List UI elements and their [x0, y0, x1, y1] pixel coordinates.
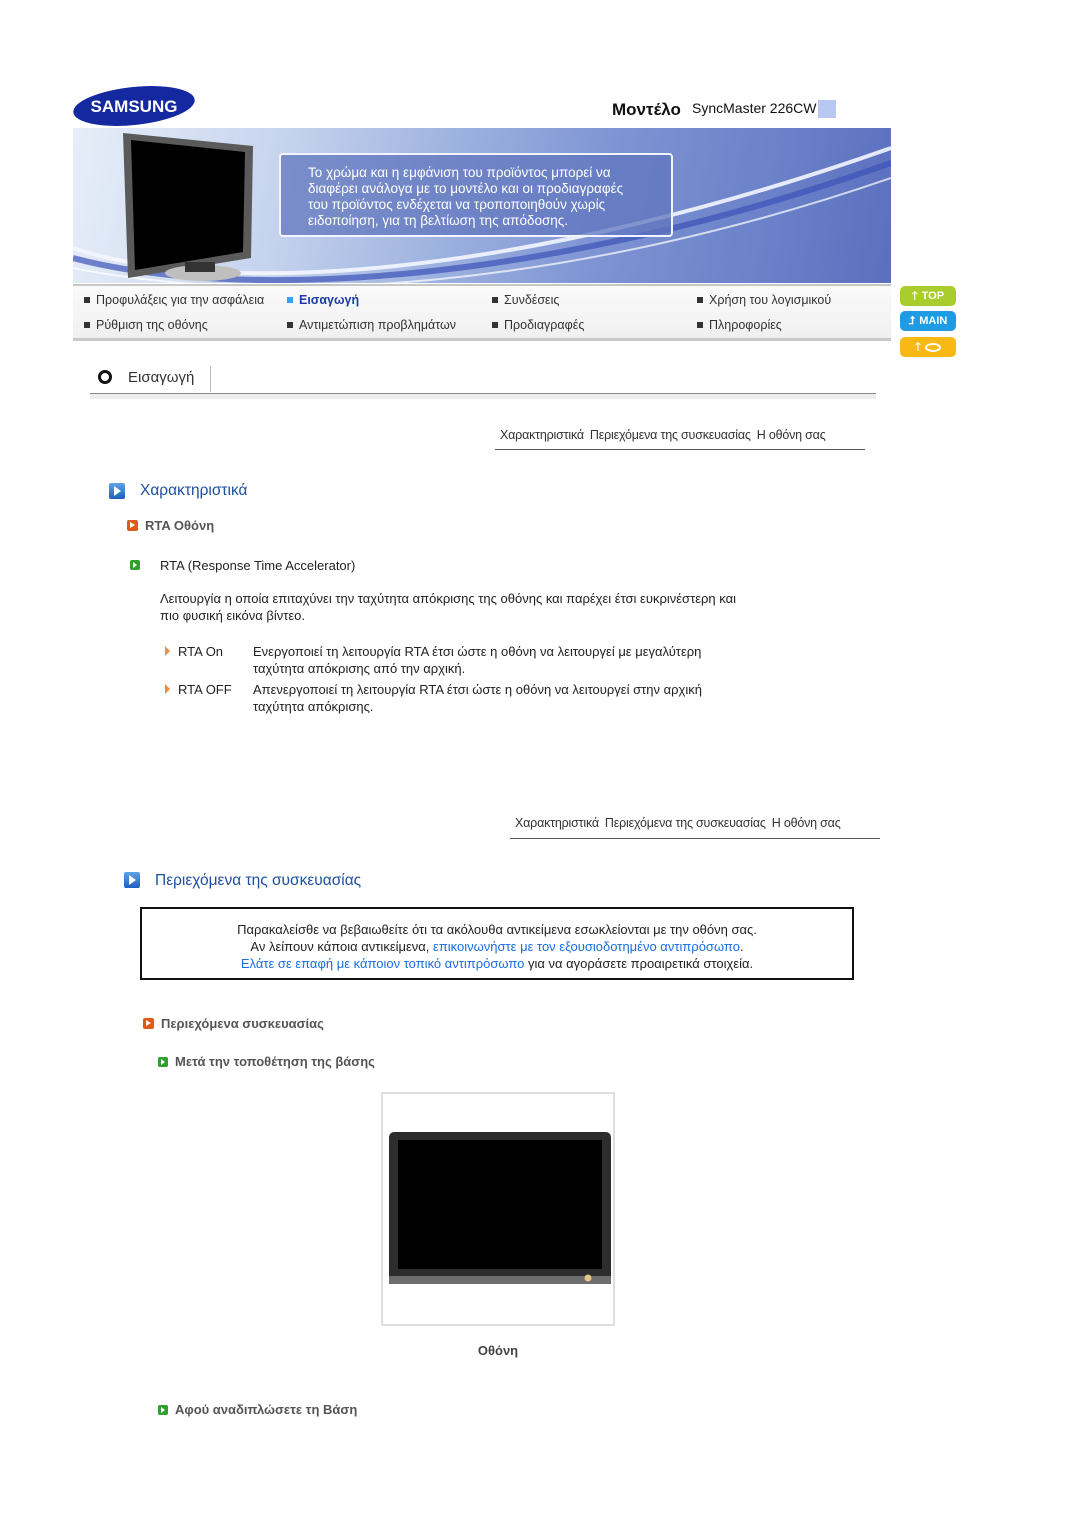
after-fold-heading: Αφού αναδιπλώσετε τη Βάση — [175, 1402, 358, 1417]
banner-line: διαφέρει ανάλογα με το μοντέλο και οι πρ… — [308, 181, 624, 196]
model-value: SyncMaster 226CW — [692, 100, 817, 116]
nav-item-software[interactable]: Χρήση του λογισμικού — [697, 293, 831, 307]
notice-line: Αν λείπουν κάποια αντικείμενα, επικοινων… — [250, 939, 744, 954]
bullet-icon — [287, 296, 293, 303]
circle-icon — [98, 370, 112, 384]
arrow-up-icon: 🡑 — [911, 289, 918, 302]
bullet-icon — [84, 296, 90, 303]
lips-icon — [924, 342, 941, 352]
package-heading: Περιεχόμενα της συσκευασίας — [155, 872, 362, 889]
rta-description: Λειτουργία η οποία επιταχύνει την ταχύτη… — [160, 591, 736, 623]
monitor-front-image — [389, 1132, 611, 1284]
nav-item-connections[interactable]: Συνδέσεις — [492, 293, 559, 307]
package-notice: Παρακαλείσθε να βεβαιωθείτε ότι τα ακόλο… — [140, 907, 854, 980]
monitor-image — [123, 133, 253, 281]
brand-text: SAMSUNG — [91, 97, 178, 116]
main-nav: Προφυλάξεις για την ασφάλεια Εισαγωγή Συ… — [73, 284, 891, 341]
notice-line: Παρακαλείσθε να βεβαιωθείτε ότι τα ακόλο… — [237, 922, 757, 937]
bullet-icon — [697, 321, 703, 328]
rta-item-title: RTA (Response Time Accelerator) — [160, 558, 356, 573]
lips-button[interactable]: 🡑 — [900, 337, 956, 357]
nav-item-information[interactable]: Πληροφορίες — [697, 318, 782, 332]
monitor-photo — [381, 1092, 615, 1326]
bullet-icon — [84, 321, 90, 328]
subnav: Χαρακτηριστικά Περιεχόμενα της συσκευασία… — [515, 816, 847, 830]
bullet-icon — [492, 296, 498, 303]
section-arrow-icon — [124, 872, 140, 888]
option-name: RTA OFF — [178, 682, 232, 697]
section-title: Εισαγωγή — [128, 369, 195, 386]
orange-arrow-icon — [143, 1018, 154, 1029]
subnav-link-package[interactable]: Περιεχόμενα της συσκευασίας — [590, 428, 751, 442]
orange-arrow-icon — [127, 520, 138, 531]
option-name: RTA On — [178, 644, 224, 659]
divider — [495, 449, 865, 450]
option-description: Απενεργοποιεί τη λειτουργία RTA έτσι ώστ… — [253, 682, 702, 714]
divider — [210, 366, 211, 392]
after-stand-heading: Μετά την τοποθέτηση της βάσης — [175, 1054, 375, 1069]
main-button[interactable]: ⮥ MAIN — [900, 311, 956, 331]
banner-notice: Το χρώμα και η εμφάνιση του προϊόντος μπ… — [279, 153, 673, 237]
option-description: Ενεργοποιεί τη λειτουργία RTA έτσι ώστε … — [253, 644, 702, 676]
photo-caption: Οθόνη — [477, 1343, 519, 1358]
subnav: Χαρακτηριστικά Περιεχόμενα της συσκευασία… — [500, 428, 832, 442]
samsung-logo: SAMSUNG — [72, 85, 196, 127]
divider-band — [90, 394, 876, 399]
green-arrow-icon — [158, 1057, 168, 1067]
local-dealer-link[interactable]: Ελάτε σε επαφή με κάποιον τοπικό αντιπρό… — [241, 956, 525, 971]
banner-line: ειδοποίηση, για τη βελτίωση της απόδοσης… — [308, 213, 569, 228]
banner-line: του προϊόντος ενδέχεται να τροποποιηθούν… — [308, 197, 606, 212]
nav-item-safety[interactable]: Προφυλάξεις για την ασφάλεια — [84, 293, 264, 307]
hero-banner: Το χρώμα και η εμφάνιση του προϊόντος μπ… — [73, 128, 891, 283]
authorized-dealer-link[interactable]: επικοινωνήστε με τον εξουσιοδοτημένο αντ… — [433, 939, 740, 954]
bullet-icon — [697, 296, 703, 303]
subnav-link-features[interactable]: Χαρακτηριστικά — [515, 816, 599, 830]
features-heading: Χαρακτηριστικά — [140, 482, 248, 499]
model-swatch — [818, 100, 836, 118]
nav-item-introduction[interactable]: Εισαγωγή — [287, 293, 359, 307]
subnav-link-features[interactable]: Χαρακτηριστικά — [500, 428, 584, 442]
nav-item-specifications[interactable]: Προδιαγραφές — [492, 318, 584, 332]
divider — [510, 838, 880, 839]
banner-line: Το χρώμα και η εμφάνιση του προϊόντος μπ… — [308, 165, 611, 180]
subnav-link-your-monitor[interactable]: Η οθόνη σας — [772, 816, 841, 830]
nav-item-troubleshooting[interactable]: Αντιμετώπιση προβλημάτων — [287, 318, 456, 332]
package-subheading: Περιεχόμενα συσκευασίας — [161, 1016, 324, 1031]
arrow-turn-icon: ⮥ — [908, 314, 916, 327]
nav-item-adjust[interactable]: Ρύθμιση της οθόνης — [84, 318, 208, 332]
model-label: Μοντέλο — [612, 100, 681, 119]
arrow-up-icon: 🡑 — [915, 340, 921, 353]
notice-line: Ελάτε σε επαφή με κάποιον τοπικό αντιπρό… — [240, 956, 754, 971]
subnav-link-package[interactable]: Περιεχόμενα της συσκευασίας — [605, 816, 766, 830]
subnav-link-your-monitor[interactable]: Η οθόνη σας — [757, 428, 826, 442]
bullet-icon — [287, 321, 293, 328]
green-arrow-icon — [158, 1405, 168, 1415]
rta-subheading: RTA Οθόνη — [145, 518, 215, 533]
green-arrow-icon — [130, 560, 140, 570]
bullet-triangle-icon — [165, 646, 170, 656]
section-arrow-icon — [109, 483, 125, 499]
bullet-icon — [492, 321, 498, 328]
top-button[interactable]: 🡑 TOP — [900, 286, 956, 306]
bullet-triangle-icon — [165, 684, 170, 694]
